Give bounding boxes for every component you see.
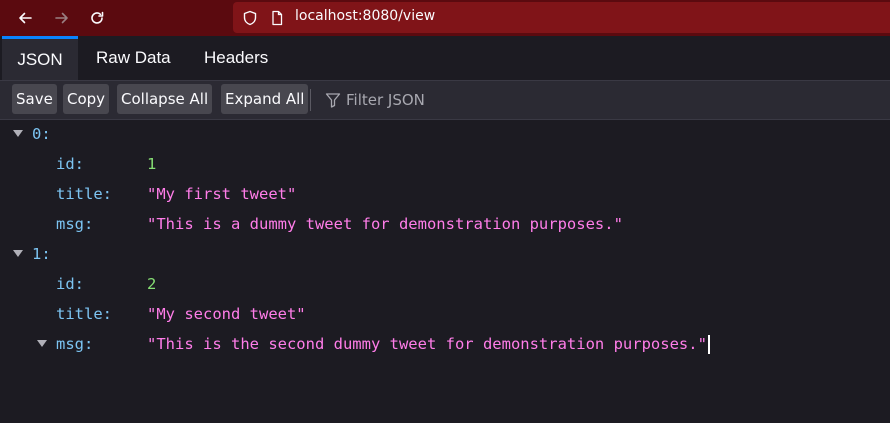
reload-button[interactable] bbox=[85, 6, 109, 30]
tree-value: "My first tweet" bbox=[147, 185, 297, 203]
collapse-all-button[interactable]: Collapse All bbox=[117, 84, 213, 114]
collapse-icon[interactable] bbox=[13, 250, 23, 257]
tab-headers[interactable]: Headers bbox=[204, 36, 268, 80]
tree-value: "My second tweet" bbox=[147, 305, 306, 323]
tree-key: title: bbox=[56, 185, 112, 203]
tree-row[interactable]: title: "My first tweet" bbox=[0, 179, 890, 209]
text-caret bbox=[707, 335, 710, 354]
tree-row[interactable]: id: 1 bbox=[0, 149, 890, 179]
tree-key: msg: bbox=[56, 335, 94, 353]
tree-key: 1: bbox=[32, 245, 51, 263]
collapse-icon[interactable] bbox=[13, 130, 23, 137]
page-icon[interactable] bbox=[269, 10, 285, 26]
arrow-right-icon bbox=[55, 12, 68, 24]
forward-button[interactable] bbox=[50, 6, 74, 30]
tree-row-index-0[interactable]: 0: bbox=[0, 119, 890, 149]
save-button[interactable]: Save bbox=[12, 84, 57, 114]
url-text[interactable]: localhost:8080/view bbox=[295, 8, 435, 24]
tree-row-index-1[interactable]: 1: bbox=[0, 239, 890, 269]
copy-button[interactable]: Copy bbox=[63, 84, 110, 114]
json-tree: 0: id: 1 title: "My first tweet" msg: "T… bbox=[0, 119, 890, 423]
tree-row[interactable]: msg: "This is a dummy tweet for demonstr… bbox=[0, 209, 890, 239]
tree-row[interactable]: msg: "This is the second dummy tweet for… bbox=[0, 329, 890, 359]
tree-key: 0: bbox=[32, 125, 51, 143]
tree-row[interactable]: title: "My second tweet" bbox=[0, 299, 890, 329]
tree-value-wrap: "This is the second dummy tweet for demo… bbox=[147, 329, 710, 359]
tab-json[interactable]: JSON bbox=[2, 36, 78, 83]
tree-row[interactable]: id: 2 bbox=[0, 269, 890, 299]
tree-value: 1 bbox=[147, 155, 157, 173]
filter-json-input[interactable] bbox=[346, 89, 646, 111]
viewer-tabs: JSON Raw Data Headers bbox=[0, 36, 890, 83]
tree-key: id: bbox=[56, 275, 84, 293]
tree-value: "This is a dummy tweet for demonstration… bbox=[147, 215, 623, 233]
tree-key: id: bbox=[56, 155, 84, 173]
collapse-icon[interactable] bbox=[37, 340, 47, 347]
shield-icon[interactable] bbox=[242, 10, 258, 26]
tab-raw-data[interactable]: Raw Data bbox=[96, 36, 171, 80]
tree-value: 2 bbox=[147, 275, 157, 293]
filter-icon bbox=[325, 93, 341, 108]
tree-key: title: bbox=[56, 305, 112, 323]
browser-toolbar: localhost:8080/view bbox=[0, 0, 890, 36]
expand-all-button[interactable]: Expand All bbox=[221, 84, 309, 114]
toolbar-divider bbox=[310, 89, 311, 111]
back-button[interactable] bbox=[13, 6, 37, 30]
reload-icon bbox=[91, 11, 104, 24]
json-toolbar: Save Copy Collapse All Expand All bbox=[0, 80, 890, 120]
url-bar[interactable]: localhost:8080/view bbox=[233, 2, 890, 33]
arrow-left-icon bbox=[19, 12, 32, 24]
tree-value: "This is the second dummy tweet for demo… bbox=[147, 335, 707, 353]
tree-key: msg: bbox=[56, 215, 94, 233]
